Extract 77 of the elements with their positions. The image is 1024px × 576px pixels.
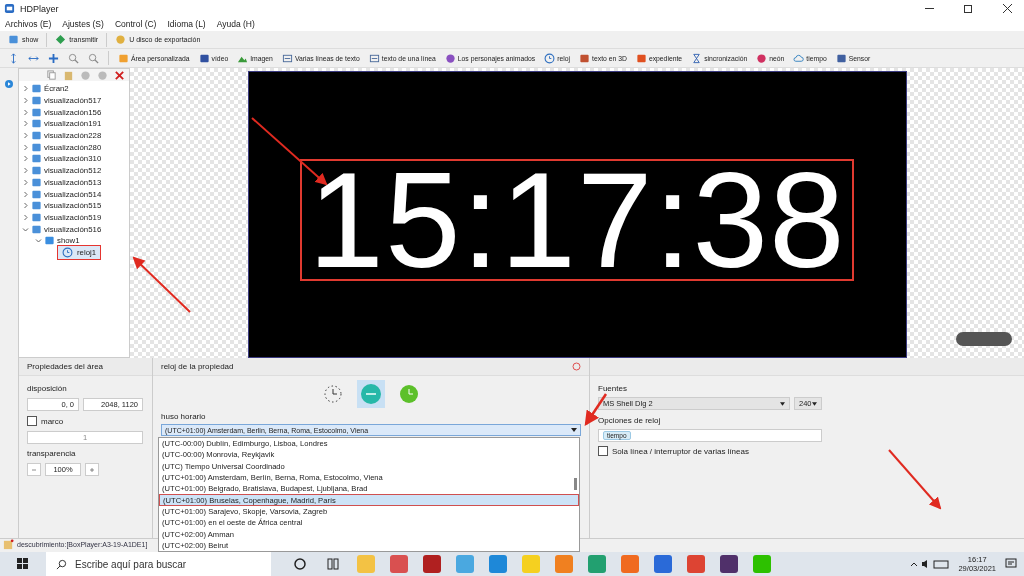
collapsed-caret-icon[interactable] bbox=[22, 108, 29, 116]
rectangle-icon bbox=[118, 52, 129, 64]
clock-icon bbox=[62, 246, 73, 258]
close-icon[interactable] bbox=[572, 362, 581, 371]
checkbox[interactable] bbox=[598, 446, 608, 456]
app-icon[interactable] bbox=[489, 555, 507, 573]
copy-icon[interactable] bbox=[46, 69, 57, 81]
panel-title: Propiedades del área bbox=[27, 362, 104, 371]
collapsed-caret-icon[interactable] bbox=[22, 85, 29, 93]
plus-icon bbox=[90, 466, 94, 473]
close-icon bbox=[1002, 4, 1012, 13]
app-logo-icon bbox=[4, 3, 15, 14]
field-label: Opciones de reloj bbox=[598, 415, 662, 425]
checkbox[interactable] bbox=[27, 416, 37, 426]
floating-toggle-button[interactable] bbox=[956, 332, 1012, 346]
collapsed-caret-icon[interactable] bbox=[22, 132, 29, 140]
zoom-in-icon[interactable] bbox=[68, 52, 79, 64]
clock-icon bbox=[399, 384, 419, 404]
collapsed-caret-icon[interactable] bbox=[22, 143, 29, 151]
vertical-arrows-icon[interactable] bbox=[8, 52, 19, 64]
annotation-arrow bbox=[888, 449, 942, 510]
disc-icon bbox=[115, 34, 127, 45]
app-icon[interactable] bbox=[423, 555, 441, 573]
expanded-caret-icon[interactable] bbox=[35, 237, 42, 245]
field-label: huso horario bbox=[161, 412, 207, 421]
collapsed-caret-icon[interactable] bbox=[22, 167, 29, 175]
plus-button[interactable] bbox=[85, 463, 99, 476]
diamond-icon bbox=[55, 34, 67, 45]
search-icon bbox=[56, 558, 67, 570]
collapsed-caret-icon[interactable] bbox=[22, 97, 29, 105]
field-label: Fuentes bbox=[598, 384, 628, 393]
clock-icon bbox=[544, 52, 556, 64]
collapsed-caret-icon[interactable] bbox=[22, 178, 29, 186]
field-label: disposición bbox=[27, 384, 68, 393]
app-icon[interactable] bbox=[456, 555, 474, 573]
menu-item[interactable]: Archivos (E) bbox=[5, 19, 52, 29]
menu-item[interactable]: Idioma (L) bbox=[167, 19, 206, 29]
field-label: transparencia bbox=[27, 449, 77, 458]
cloud-icon bbox=[793, 52, 805, 64]
collapsed-caret-icon[interactable] bbox=[22, 155, 29, 163]
task-view-icon[interactable] bbox=[324, 555, 342, 573]
app-icon[interactable] bbox=[654, 555, 672, 573]
system-tray-icons[interactable] bbox=[910, 559, 951, 569]
dropdown-arrow-icon bbox=[571, 428, 577, 432]
collapsed-caret-icon[interactable] bbox=[22, 213, 29, 221]
expanded-caret-icon[interactable] bbox=[22, 225, 29, 233]
maximize-icon bbox=[963, 4, 973, 13]
collapsed-caret-icon[interactable] bbox=[22, 202, 29, 210]
minus-button[interactable] bbox=[27, 463, 41, 476]
scrollbar-thumb[interactable] bbox=[574, 478, 577, 490]
collapsed-caret-icon[interactable] bbox=[22, 190, 29, 198]
dropdown-arrow-icon bbox=[780, 401, 785, 406]
delete-icon[interactable] bbox=[114, 69, 125, 81]
notification-icon[interactable] bbox=[1004, 557, 1018, 571]
search-field[interactable]: Escribe aquí para buscar bbox=[46, 552, 271, 576]
menu-item[interactable]: Ajustes (S) bbox=[62, 19, 104, 29]
move-icon[interactable] bbox=[48, 52, 59, 64]
collapsed-caret-icon[interactable] bbox=[22, 120, 29, 128]
notes-icon bbox=[3, 539, 14, 550]
app-icon[interactable] bbox=[720, 555, 738, 573]
panel-title: reloj de la propiedad bbox=[161, 362, 234, 371]
window-title: HDPlayer bbox=[20, 3, 59, 14]
clock-style-option[interactable] bbox=[357, 380, 385, 408]
checkbox-label: marco bbox=[41, 416, 64, 426]
checkbox-label: Sola línea / interruptor de varias líneas bbox=[612, 446, 749, 456]
menu-item[interactable]: Ayuda (H) bbox=[216, 19, 255, 29]
clock-time: 15:17:38 bbox=[308, 160, 846, 279]
app-icon[interactable] bbox=[588, 555, 606, 573]
digital-clock-icon bbox=[360, 383, 382, 405]
clock-face-icon bbox=[323, 384, 343, 404]
hourglass-icon bbox=[691, 52, 703, 64]
circle-icon[interactable] bbox=[291, 555, 309, 573]
dropdown-arrow-icon bbox=[812, 401, 817, 406]
zoom-out-icon[interactable] bbox=[88, 52, 99, 64]
menu-item[interactable]: Control (C) bbox=[114, 19, 157, 29]
text-lines-icon bbox=[281, 52, 293, 64]
annotation-arrow bbox=[132, 256, 191, 313]
